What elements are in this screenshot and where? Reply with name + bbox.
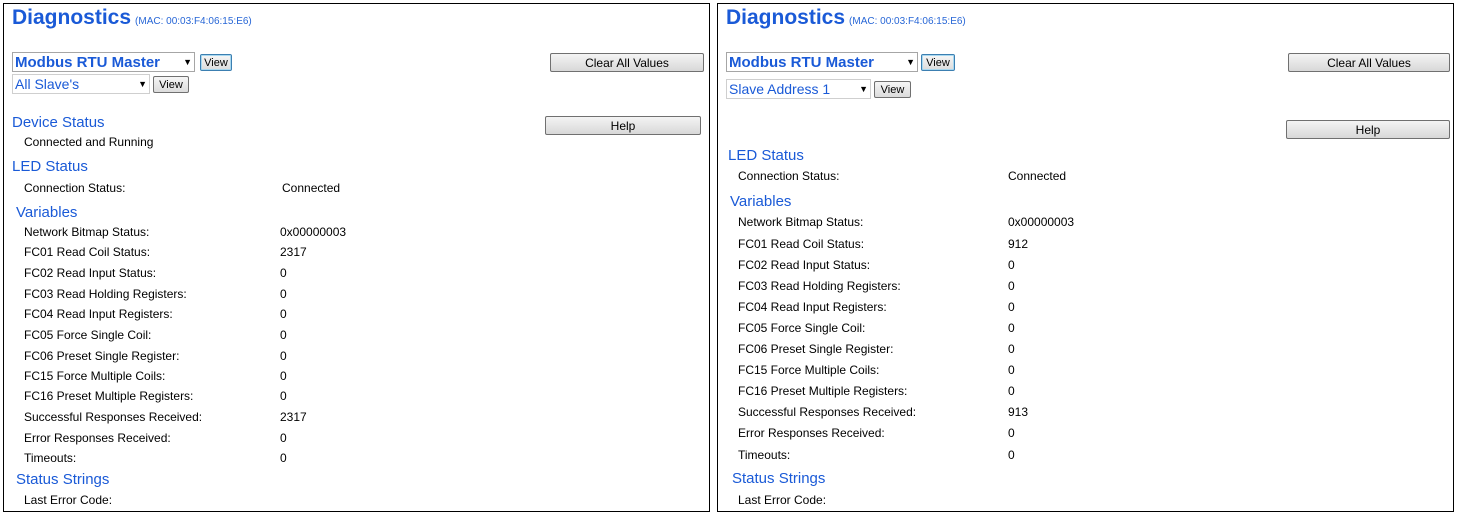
variable-value: 0 (1008, 342, 1015, 356)
variable-label: Timeouts: (738, 448, 791, 462)
last-error-code-label: Last Error Code: (24, 493, 113, 507)
variable-label: Successful Responses Received: (24, 410, 203, 424)
variable-label: Network Bitmap Status: (24, 225, 150, 239)
mac-address: (MAC: 00:03:F4:06:15:E6) (849, 16, 966, 27)
variable-value: 0 (1008, 258, 1015, 272)
variable-label: FC05 Force Single Coil: (24, 328, 152, 342)
variable-label: FC15 Force Multiple Coils: (738, 363, 880, 377)
variable-value: 913 (1008, 405, 1029, 419)
connection-status-label: Connection Status: (24, 181, 126, 195)
variable-label: FC04 Read Input Registers: (24, 307, 173, 321)
variable-label: Error Responses Received: (738, 426, 885, 440)
variables-heading: Variables (730, 193, 792, 210)
variable-label: FC02 Read Input Status: (738, 258, 871, 272)
variable-value: 0 (280, 451, 287, 465)
variable-value: 0x00000003 (280, 225, 347, 239)
status-strings-heading: Status Strings (16, 471, 110, 488)
variable-label: FC16 Preset Multiple Registers: (738, 384, 908, 398)
page-title: Diagnostics (MAC: 00:03:F4:06:15:E6) (726, 6, 966, 29)
variable-value: 0 (280, 287, 287, 301)
mac-address: (MAC: 00:03:F4:06:15:E6) (135, 16, 252, 27)
help-button[interactable]: Help (1286, 120, 1450, 139)
variables-heading: Variables (16, 204, 78, 221)
variable-label: FC01 Read Coil Status: (24, 245, 151, 259)
last-error-code-label: Last Error Code: (738, 493, 827, 507)
variable-value: 0 (280, 328, 287, 342)
connection-status-value: Connected (282, 181, 341, 195)
variable-label: FC02 Read Input Status: (24, 266, 157, 280)
variable-value: 0 (280, 307, 287, 321)
variable-value: 0 (1008, 384, 1015, 398)
variable-value: 2317 (280, 245, 307, 259)
led-status-heading: LED Status (12, 158, 88, 175)
view-device-button[interactable]: View (200, 54, 232, 71)
variable-value: 0x00000003 (1008, 215, 1075, 229)
view-device-button[interactable]: View (921, 54, 955, 71)
variable-label: Network Bitmap Status: (738, 215, 864, 229)
connection-status-value: Connected (1008, 169, 1067, 183)
view-slave-button[interactable]: View (874, 81, 911, 98)
variable-value: 0 (1008, 363, 1015, 377)
variable-label: FC16 Preset Multiple Registers: (24, 389, 194, 403)
device-status-heading: Device Status (12, 114, 105, 131)
variable-value: 0 (1008, 448, 1015, 462)
view-slave-button[interactable]: View (153, 76, 189, 93)
variable-value: 912 (1008, 237, 1029, 251)
chevron-down-icon: ▼ (138, 79, 147, 89)
variable-value: 2317 (280, 410, 307, 424)
device-select[interactable]: Modbus RTU Master ▼ (12, 52, 195, 72)
chevron-down-icon: ▼ (906, 57, 915, 67)
diagnostics-panel-all-slaves: Diagnostics (MAC: 00:03:F4:06:15:E6) Modb… (3, 3, 710, 512)
variable-value: 0 (1008, 321, 1015, 335)
variable-label: Timeouts: (24, 451, 77, 465)
variable-value: 0 (1008, 300, 1015, 314)
diagnostics-panel-slave-1: Diagnostics (MAC: 00:03:F4:06:15:E6) Modb… (717, 3, 1454, 512)
slave-select[interactable]: Slave Address 1 ▼ (726, 79, 871, 99)
device-select[interactable]: Modbus RTU Master ▼ (726, 52, 918, 72)
clear-all-values-button[interactable]: Clear All Values (1288, 53, 1450, 72)
status-strings-heading: Status Strings (732, 470, 826, 487)
variable-label: Successful Responses Received: (738, 405, 917, 419)
slave-select[interactable]: All Slave's ▼ (12, 74, 150, 94)
variable-value: 0 (280, 389, 287, 403)
variable-value: 0 (1008, 426, 1015, 440)
led-status-heading: LED Status (728, 147, 804, 164)
clear-all-values-button[interactable]: Clear All Values (550, 53, 704, 72)
variable-label: FC01 Read Coil Status: (738, 237, 865, 251)
help-button[interactable]: Help (545, 116, 701, 135)
variable-value: 0 (280, 266, 287, 280)
variable-value: 0 (280, 431, 287, 445)
variable-label: FC03 Read Holding Registers: (24, 287, 187, 301)
chevron-down-icon: ▼ (183, 57, 192, 67)
variable-label: FC04 Read Input Registers: (738, 300, 887, 314)
page-title: Diagnostics (MAC: 00:03:F4:06:15:E6) (12, 6, 252, 29)
variable-value: 0 (280, 349, 287, 363)
variable-label: FC06 Preset Single Register: (738, 342, 894, 356)
variable-label: FC15 Force Multiple Coils: (24, 369, 166, 383)
variable-label: FC03 Read Holding Registers: (738, 279, 901, 293)
variable-value: 0 (1008, 279, 1015, 293)
variable-label: Error Responses Received: (24, 431, 171, 445)
variable-label: FC06 Preset Single Register: (24, 349, 180, 363)
connection-status-label: Connection Status: (738, 169, 840, 183)
chevron-down-icon: ▼ (859, 84, 868, 94)
device-status-text: Connected and Running (24, 135, 154, 149)
variable-value: 0 (280, 369, 287, 383)
variable-label: FC05 Force Single Coil: (738, 321, 866, 335)
